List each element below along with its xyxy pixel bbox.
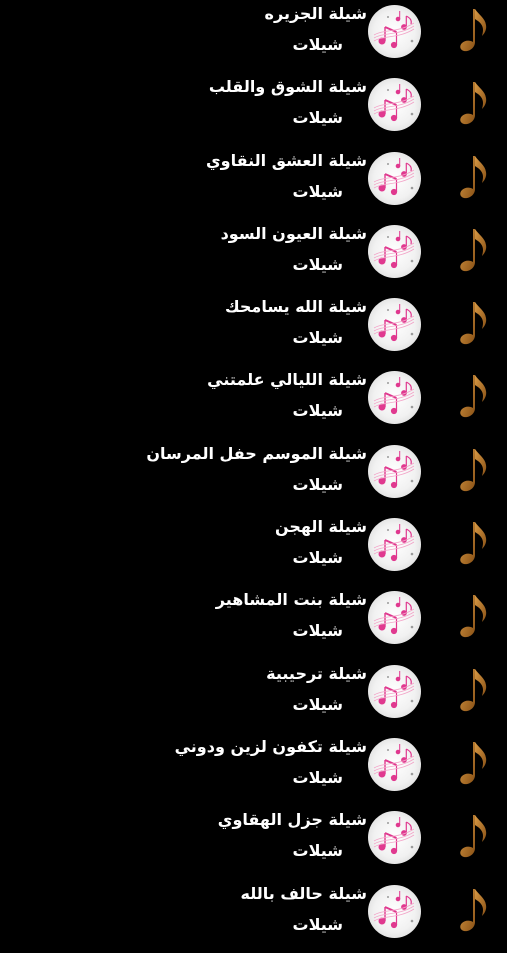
song-thumbnail: [368, 591, 421, 645]
song-thumbnail: [368, 444, 421, 498]
song-title: شيلة بنت المشاهير: [215, 590, 367, 610]
song-thumbnail: [368, 518, 421, 572]
music-note-icon[interactable]: [457, 226, 489, 274]
music-note-icon[interactable]: [457, 886, 489, 934]
song-category: شيلات: [292, 841, 344, 861]
song-category: شيلات: [292, 474, 344, 494]
music-note-icon[interactable]: [457, 372, 489, 420]
song-thumbnail: [368, 737, 421, 791]
song-category: شيلات: [292, 401, 344, 421]
list-item[interactable]: شيلة العشق النقاوي شيلات: [0, 147, 507, 220]
song-thumbnail: [368, 884, 421, 938]
song-category: شيلات: [292, 328, 344, 348]
music-note-icon[interactable]: [457, 446, 489, 494]
song-title: شيلة تكفون لزين ودوني: [174, 736, 367, 756]
song-thumbnail: [368, 298, 421, 352]
music-note-icon[interactable]: [457, 6, 489, 54]
music-note-icon[interactable]: [457, 592, 489, 640]
list-item[interactable]: شيلة الهجن شيلات: [0, 513, 507, 586]
song-category: شيلات: [292, 621, 344, 641]
song-category: شيلات: [292, 914, 344, 934]
list-item[interactable]: شيلة بنت المشاهير شيلات: [0, 586, 507, 659]
song-thumbnail: [368, 224, 421, 278]
song-title: شيلة الهجن: [274, 517, 367, 537]
song-category: شيلات: [292, 548, 344, 568]
list-item[interactable]: شيلة العيون السود شيلات: [0, 220, 507, 293]
song-category: شيلات: [292, 181, 344, 201]
list-item[interactable]: شيلة جزل الهقاوي شيلات: [0, 806, 507, 879]
music-note-icon[interactable]: [457, 153, 489, 201]
music-note-icon[interactable]: [457, 299, 489, 347]
song-category: شيلات: [292, 35, 344, 54]
song-title: شيلة الله يسامحك: [225, 297, 367, 317]
song-title: شيلة العيون السود: [220, 223, 367, 243]
song-title: شيلة الليالي علمتني: [207, 370, 367, 390]
music-note-icon[interactable]: [457, 79, 489, 127]
list-item[interactable]: شيلة ترحيبية شيلات: [0, 660, 507, 733]
song-list: شيلة الجزيره شيلات شيلة الشوق والقلب شيل…: [0, 0, 507, 953]
song-thumbnail: [368, 664, 421, 718]
song-category: شيلات: [292, 694, 344, 714]
music-note-icon[interactable]: [457, 739, 489, 787]
song-title: شيلة الموسم حفل المرسان: [146, 443, 367, 463]
song-thumbnail: [368, 5, 421, 58]
list-item[interactable]: شيلة تكفون لزين ودوني شيلات: [0, 733, 507, 806]
list-item[interactable]: شيلة الموسم حفل المرسان شيلات: [0, 440, 507, 513]
song-thumbnail: [368, 151, 421, 205]
song-thumbnail: [368, 371, 421, 425]
song-category: شيلات: [292, 767, 344, 787]
song-category: شيلات: [292, 108, 344, 128]
list-item[interactable]: شيلة الشوق والقلب شيلات: [0, 73, 507, 146]
song-thumbnail: [368, 78, 421, 132]
music-note-icon[interactable]: [457, 666, 489, 714]
music-note-icon[interactable]: [457, 812, 489, 860]
list-item[interactable]: شيلة حالف بالله شيلات: [0, 880, 507, 953]
list-item[interactable]: شيلة الليالي علمتني شيلات: [0, 366, 507, 439]
list-item[interactable]: شيلة الله يسامحك شيلات: [0, 293, 507, 366]
song-title: شيلة الجزيره: [264, 4, 367, 23]
song-title: شيلة العشق النقاوي: [205, 150, 367, 170]
song-title: شيلة ترحيبية: [266, 663, 367, 683]
music-note-icon[interactable]: [457, 519, 489, 567]
song-title: شيلة جزل الهقاوي: [217, 810, 367, 830]
song-title: شيلة الشوق والقلب: [208, 77, 367, 97]
song-category: شيلات: [292, 254, 344, 274]
list-item[interactable]: شيلة الجزيره شيلات: [0, 0, 507, 73]
song-title: شيلة حالف بالله: [240, 883, 368, 903]
song-thumbnail: [368, 811, 421, 865]
